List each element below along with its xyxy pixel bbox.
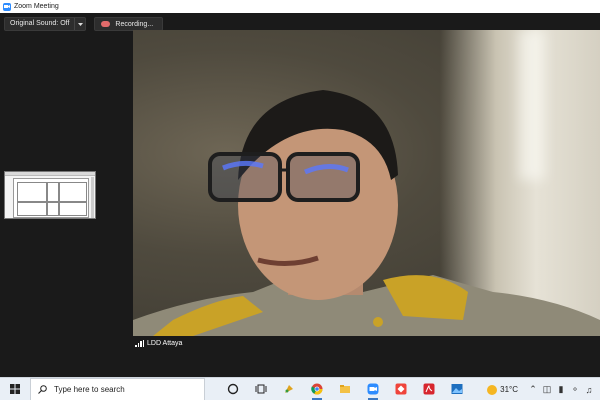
thumbnail-scrollbar [91, 177, 94, 218]
chevron-up-icon[interactable]: ⌃ [526, 378, 540, 400]
participant-figure [133, 90, 600, 336]
signal-strength-icon [135, 339, 144, 347]
zoom-icon[interactable] [359, 378, 387, 400]
volume-icon[interactable]: ♫ [582, 378, 596, 400]
doc-cell [47, 182, 59, 202]
doc-cell [59, 182, 87, 202]
temperature-label: 31°C [500, 385, 518, 394]
search-icon [38, 384, 47, 394]
recording-label: Recording... [115, 20, 154, 28]
window-title: Zoom Meeting [14, 3, 59, 10]
shared-screen-thumbnail[interactable] [4, 171, 96, 219]
battery-icon[interactable]: ▮ [554, 378, 568, 400]
original-sound-label: Original Sound: Off [10, 20, 70, 27]
original-sound-button[interactable]: Original Sound: Off [4, 17, 87, 31]
doc-cell [17, 202, 47, 216]
photos-icon[interactable] [443, 378, 471, 400]
chevron-down-icon[interactable] [74, 18, 85, 30]
doc-cell [17, 182, 47, 202]
thumbnail-document [13, 178, 89, 218]
task-view-icon[interactable] [247, 378, 275, 400]
acrobat-icon[interactable] [415, 378, 443, 400]
title-bar: Zoom Meeting [0, 0, 600, 13]
taskbar-search-box[interactable]: Type here to search [30, 377, 205, 400]
search-placeholder: Type here to search [54, 384, 125, 394]
windows-logo-icon [10, 384, 20, 394]
recording-indicator[interactable]: Recording... [94, 17, 164, 31]
participant-name-tag: LDD Attaya [135, 338, 182, 348]
windows-taskbar: Type here to search 31°C ⌃ ◫ ▮ ⚬ ♫ [0, 377, 600, 400]
system-tray: 31°C ⌃ ◫ ▮ ⚬ ♫ [487, 378, 600, 400]
taskbar-pinned-apps [219, 378, 471, 400]
cloud-recording-icon [101, 21, 111, 27]
wifi-icon[interactable]: ⚬ [568, 378, 582, 400]
anydesk-icon[interactable] [387, 378, 415, 400]
meeting-top-toolbar: Original Sound: Off Recording... [4, 17, 164, 31]
participant-video[interactable] [133, 30, 600, 336]
thumbnail-toolbar [5, 172, 95, 176]
network-icon[interactable]: ◫ [540, 378, 554, 400]
chrome-icon[interactable] [303, 378, 331, 400]
paint-icon[interactable] [275, 378, 303, 400]
doc-cell [59, 202, 87, 216]
cortana-icon[interactable] [219, 378, 247, 400]
sun-icon [487, 384, 498, 395]
doc-cell [47, 202, 59, 216]
zoom-app-icon [3, 2, 11, 11]
start-button[interactable] [0, 378, 30, 400]
file-explorer-icon[interactable] [331, 378, 359, 400]
weather-widget[interactable]: 31°C [487, 384, 518, 395]
participant-name: LDD Attaya [147, 339, 183, 347]
